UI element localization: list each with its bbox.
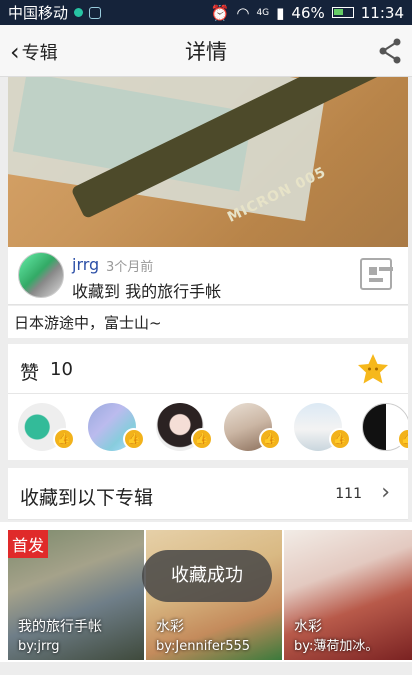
back-button[interactable]: ‹ 专辑 (10, 39, 58, 65)
battery-percent: 46% (291, 3, 325, 22)
thumbs-up-icon: 👍 (123, 428, 145, 450)
albums-count: 111 (335, 486, 362, 502)
likes-row: 赞 10 (8, 344, 408, 394)
sync-icon (74, 8, 84, 17)
album-card[interactable]: 首发 我的旅行手帐 by:jrrg (8, 530, 144, 660)
post-time: 3个月前 (106, 260, 154, 275)
clock: 11:34 (360, 3, 404, 22)
author-name[interactable]: jrrg (72, 255, 99, 274)
carrier-name: 中国移动 (8, 4, 69, 22)
status-bar: 中国移动 ⏰ ◠ 4G ▮ 46% 11:34 (0, 0, 412, 25)
liker-avatars: 👍 👍 👍 👍 👍 👍 (8, 394, 408, 460)
post-author-card: jrrg 3个月前 收藏到 我的旅行手帐 (8, 247, 408, 305)
album-card[interactable]: 水彩 by:薄荷加冰。 (284, 530, 412, 660)
wifi-icon: ◠ (236, 3, 250, 22)
toast-message: 收藏成功 (142, 550, 272, 602)
status-right: ⏰ ◠ 4G ▮ 46% 11:34 (211, 4, 404, 22)
page-title: 详情 (185, 39, 227, 64)
nav-bar: ‹ 专辑 详情 (0, 25, 412, 77)
album-author: by:薄荷加冰。 (294, 639, 379, 654)
album-name: 水彩 (294, 619, 322, 635)
share-icon[interactable] (378, 38, 402, 64)
collect-action-text[interactable]: 收藏到 我的旅行手帐 (72, 278, 221, 302)
likes-label: 赞 (20, 362, 40, 384)
alarm-icon: ⏰ (210, 3, 230, 22)
post-description: 日本游途中，富士山~ (8, 306, 408, 338)
star-icon[interactable] (356, 352, 390, 386)
thumbs-up-icon: 👍 (329, 428, 351, 450)
battery-icon (331, 7, 354, 18)
author-avatar[interactable] (18, 252, 64, 298)
album-author: by:jrrg (18, 639, 60, 654)
network-type: 4G (256, 7, 270, 18)
signal-icon: ▮ (276, 3, 285, 22)
albums-title: 收藏到以下专辑 (20, 487, 154, 509)
chevron-right-icon: › (381, 480, 390, 505)
first-publish-badge: 首发 (8, 530, 49, 558)
back-label: 专辑 (21, 43, 58, 64)
albums-header[interactable]: 收藏到以下专辑 111 › (8, 468, 408, 520)
carrier-group: 中国移动 (8, 2, 102, 23)
album-author: by:Jennifer555 (156, 639, 251, 654)
thumbs-up-icon: 👍 (259, 428, 281, 450)
thumbs-up-icon: 👍 (53, 428, 75, 450)
bottom-spacer (0, 662, 412, 675)
album-name: 水彩 (156, 619, 184, 635)
app-notification-icon (89, 6, 102, 19)
thumbs-up-icon: 👍 (191, 428, 213, 450)
likes-count: 10 (50, 359, 73, 380)
chevron-left-icon: ‹ (10, 38, 20, 66)
post-image[interactable]: MICRON 005 (8, 77, 408, 247)
album-name: 我的旅行手帐 (18, 619, 102, 635)
detail-icon[interactable] (360, 258, 392, 290)
